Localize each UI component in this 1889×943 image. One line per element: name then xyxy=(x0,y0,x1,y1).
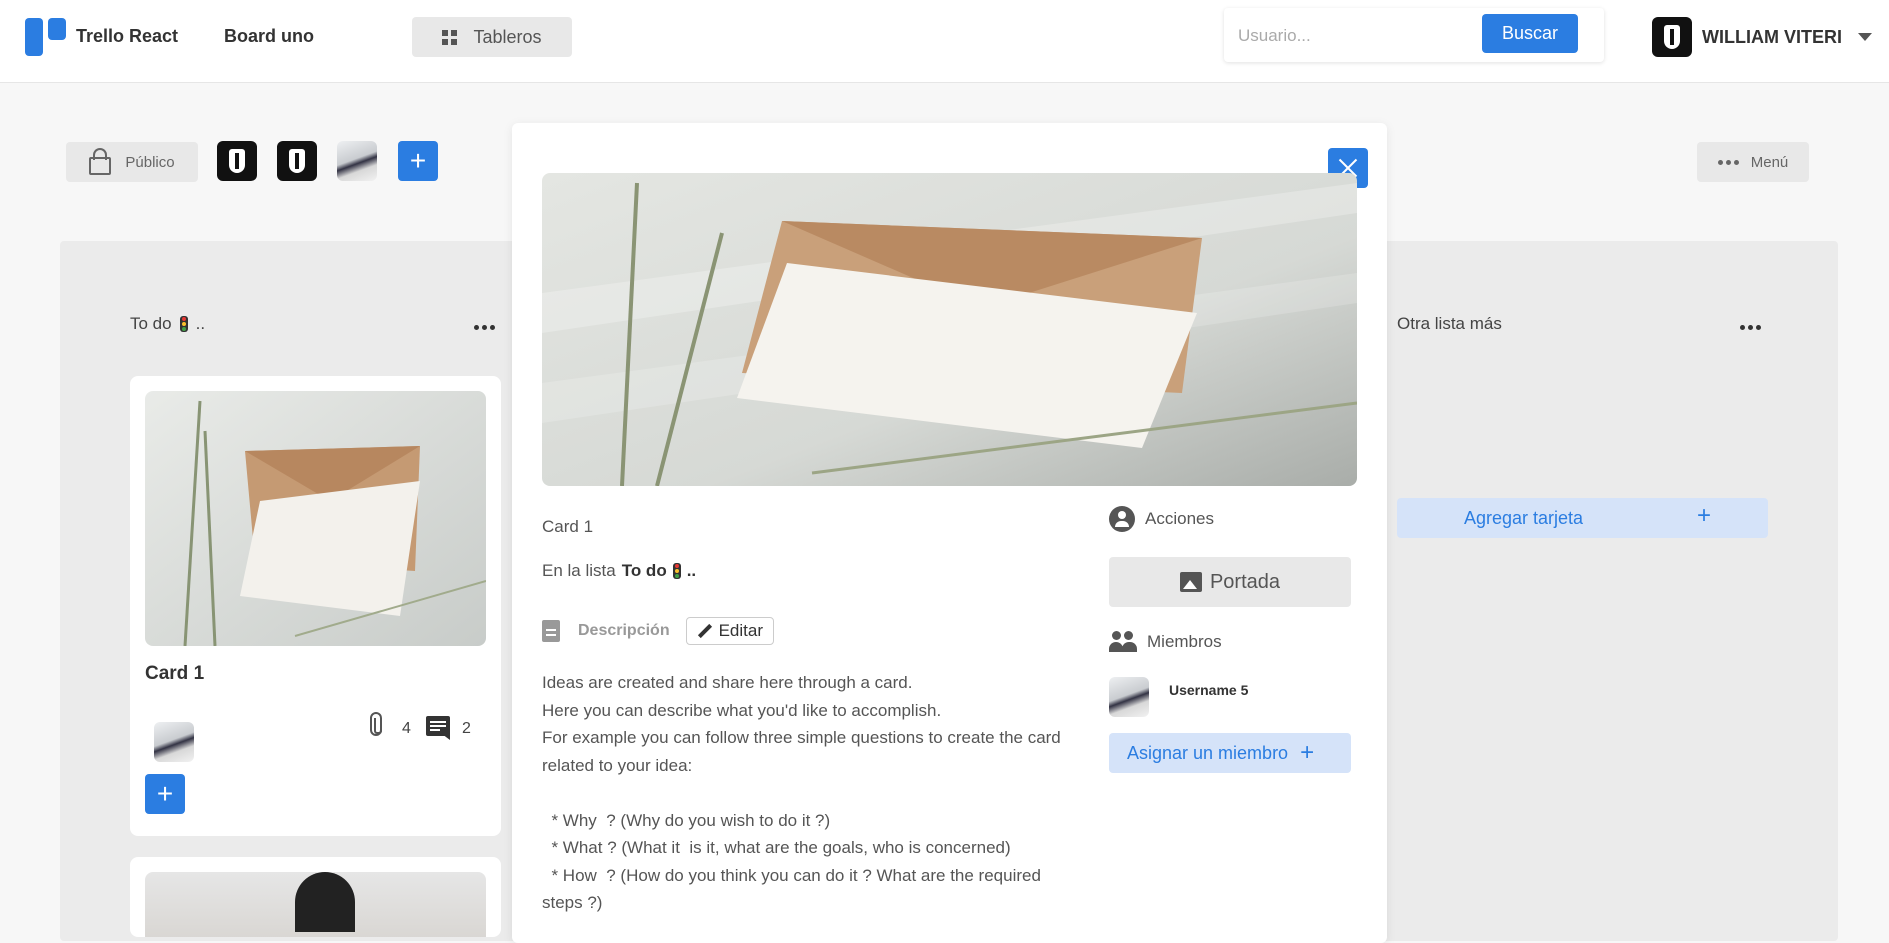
member-name: Username 5 xyxy=(1169,682,1249,698)
list-title-text: To do xyxy=(130,314,172,333)
card-cover-image xyxy=(145,872,486,937)
modal-card-name: Card 1 xyxy=(542,517,594,536)
modal-list-info: En la lista To do .. xyxy=(542,561,696,581)
card-title: Card 1 xyxy=(145,663,205,684)
list-options-icon[interactable] xyxy=(1740,325,1761,330)
plus-icon: + xyxy=(1300,739,1315,766)
board-member-avatar[interactable] xyxy=(337,141,377,181)
members-label: Miembros xyxy=(1147,632,1222,651)
description-text: Ideas are created and share here through… xyxy=(542,673,1061,912)
cover-label: Portada xyxy=(1209,570,1281,593)
caret-down-icon[interactable] xyxy=(1857,33,1872,41)
add-card-button[interactable]: Agregar tarjeta + xyxy=(1397,498,1768,538)
boards-button-label: Tableros xyxy=(473,26,542,47)
visibility-label: Público xyxy=(125,153,175,171)
attachment-count: 4 xyxy=(402,720,411,737)
card[interactable]: Card 1 4 2 + xyxy=(130,376,501,836)
traffic-light-icon xyxy=(179,316,188,332)
user-search-box: Buscar xyxy=(1224,8,1604,62)
search-input[interactable] xyxy=(1236,20,1480,52)
account-circle-icon xyxy=(1109,506,1135,532)
pencil-icon xyxy=(697,623,712,639)
list-title-todo[interactable]: To do .. xyxy=(130,314,205,334)
card-cover-image xyxy=(542,173,1357,486)
card-detail-modal: Card 1 En la lista To do .. Descripción … xyxy=(512,123,1387,943)
board-member-avatar[interactable] xyxy=(217,141,257,181)
card-member-avatar[interactable] xyxy=(154,722,194,762)
comment-count: 2 xyxy=(462,720,471,737)
edit-description-button[interactable]: Editar xyxy=(685,617,775,645)
visibility-button[interactable]: Público xyxy=(66,142,198,182)
user-avatar xyxy=(1652,17,1692,57)
board-menu-button[interactable]: Menú xyxy=(1697,142,1809,182)
actions-label: Acciones xyxy=(1145,509,1214,528)
grid-icon xyxy=(442,29,458,45)
user-menu[interactable]: WILLIAM VITERI xyxy=(1652,16,1872,58)
top-navbar: Trello React Board uno Tableros Buscar W… xyxy=(0,0,1889,83)
app-name[interactable]: Trello React xyxy=(76,26,178,47)
edit-label: Editar xyxy=(718,621,764,640)
lock-icon xyxy=(89,148,112,175)
description-header: Descripción Editar xyxy=(542,617,775,645)
list-options-icon[interactable] xyxy=(474,325,495,330)
cover-button[interactable]: Portada xyxy=(1109,557,1351,607)
trello-logo-icon[interactable] xyxy=(25,18,67,56)
list-name: To do xyxy=(621,561,667,580)
board-menu-label: Menú xyxy=(1750,153,1789,171)
ellipsis-icon xyxy=(1717,159,1739,165)
list-title-other[interactable]: Otra lista más xyxy=(1397,314,1502,334)
description-label: Descripción xyxy=(578,622,670,639)
assign-member-button[interactable]: Asignar un miembro + xyxy=(1109,733,1351,773)
people-icon xyxy=(1109,631,1137,653)
list-prefix: En la lista xyxy=(542,561,616,580)
card-cover-image xyxy=(145,391,486,646)
card-add-button[interactable]: + xyxy=(145,774,185,814)
add-card-label: Agregar tarjeta xyxy=(1464,508,1584,528)
members-header: Miembros xyxy=(1109,631,1222,653)
list-title-suffix: .. xyxy=(195,314,206,333)
assign-label: Asignar un miembro xyxy=(1127,742,1289,763)
list-title-text: Otra lista más xyxy=(1397,314,1502,333)
board-name: Board uno xyxy=(224,26,314,46)
actions-header: Acciones xyxy=(1109,506,1214,532)
document-icon xyxy=(542,620,560,642)
card[interactable] xyxy=(130,857,501,937)
member-avatar xyxy=(1109,677,1149,717)
user-name: WILLIAM VITERI xyxy=(1702,26,1842,47)
member-item[interactable]: Username 5 xyxy=(1109,677,1248,717)
search-button[interactable]: Buscar xyxy=(1482,14,1578,53)
board-member-avatar[interactable] xyxy=(277,141,317,181)
boards-button[interactable]: Tableros xyxy=(412,17,572,57)
image-icon xyxy=(1179,572,1202,592)
comment-icon xyxy=(426,716,450,740)
list-suffix: .. xyxy=(686,561,697,580)
attachment-icon xyxy=(370,712,382,736)
traffic-light-icon xyxy=(672,563,681,579)
add-member-button[interactable]: + xyxy=(398,141,438,181)
plus-icon: + xyxy=(1697,502,1712,529)
